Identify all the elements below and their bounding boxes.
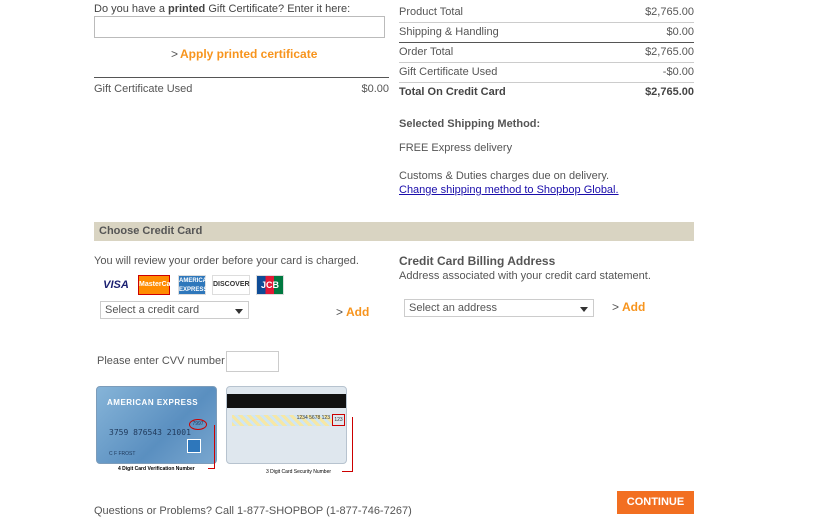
summary-row-gc-used: Gift Certificate Used -$0.00 — [399, 62, 694, 82]
summary-label: Order Total — [399, 46, 454, 58]
visa-logo-icon: VISA — [100, 275, 132, 295]
chevron-down-icon — [580, 307, 588, 312]
gift-certificate-prompt: Do you have a printed Gift Certificate? … — [94, 3, 350, 15]
magnetic-stripe — [227, 394, 346, 408]
credit-card-select[interactable]: Select a credit card — [100, 301, 249, 319]
card-back-caption: 3 Digit Card Security Number — [266, 469, 332, 475]
add-address-link[interactable]: > Add — [612, 300, 645, 314]
summary-value: -$0.00 — [662, 66, 694, 78]
amex-caption: 4 Digit Card Verification Number — [118, 466, 195, 472]
card-back-cvv: 123 — [332, 414, 345, 426]
billing-address-subtitle: Address associated with your credit card… — [399, 270, 651, 282]
amex-logo-icon: AMERICAN EXPRESS — [178, 275, 211, 295]
customs-note: Customs & Duties charges due on delivery… — [399, 170, 610, 182]
summary-value: $2,765.00 — [645, 6, 694, 18]
questions-text: Questions or Problems? Call 1-877-SHOPBO… — [94, 505, 412, 517]
add-credit-card-link[interactable]: > Add — [336, 305, 369, 319]
gc-used-value: $0.00 — [361, 83, 389, 95]
credit-card-section-header: Choose Credit Card — [94, 222, 694, 241]
change-shipping-link[interactable]: Change shipping method to Shopbop Global… — [399, 184, 619, 196]
summary-value: $2,765.00 — [645, 46, 694, 58]
shipping-method-title: Selected Shipping Method: — [399, 118, 541, 130]
annotation-line — [352, 417, 353, 471]
jcb-logo-icon: JCB — [256, 275, 284, 295]
chevron-right-icon: > — [336, 305, 344, 319]
gift-certificate-input[interactable] — [94, 16, 385, 38]
billing-address-select[interactable]: Select an address — [404, 299, 594, 317]
continue-button[interactable]: CONTINUE — [617, 491, 694, 514]
add-label: Add — [622, 300, 646, 314]
mastercard-logo-icon: MasterCard — [138, 275, 178, 295]
review-note: You will review your order before your c… — [94, 255, 359, 267]
add-label: Add — [346, 305, 370, 319]
billing-address-title: Credit Card Billing Address — [399, 254, 556, 268]
amex-card-image: AMERICAN EXPRESS 7997 3759 876543 21001 … — [96, 386, 217, 464]
gc-prompt-prefix: Do you have a — [94, 3, 168, 15]
amex-card-cid: 7997 — [189, 419, 207, 430]
amex-card-brand: AMERICAN EXPRESS — [107, 398, 199, 407]
gc-prompt-suffix: Gift Certificate? Enter it here: — [205, 3, 351, 15]
summary-label: Total On Credit Card — [399, 86, 506, 98]
select-value: Select a credit card — [105, 304, 200, 316]
chevron-down-icon — [235, 309, 243, 314]
annotation-line — [208, 468, 215, 469]
summary-row-shipping: Shipping & Handling $0.00 — [399, 22, 694, 42]
shipping-method-value: FREE Express delivery — [399, 142, 513, 154]
apply-certificate-link[interactable]: > Apply printed certificate — [171, 47, 317, 61]
amex-centurion-icon — [187, 439, 201, 453]
cvv-input[interactable] — [226, 351, 279, 372]
summary-row-total-credit-card: Total On Credit Card $2,765.00 — [399, 82, 694, 102]
chevron-right-icon: > — [612, 300, 620, 314]
amex-card-number: 3759 876543 21001 — [109, 428, 191, 437]
summary-row-product-total: Product Total $2,765.00 — [399, 2, 694, 22]
select-value: Select an address — [409, 302, 498, 314]
summary-label: Gift Certificate Used — [399, 66, 498, 78]
summary-label: Product Total — [399, 6, 464, 18]
summary-label: Shipping & Handling — [399, 26, 499, 38]
chevron-right-icon: > — [171, 47, 179, 61]
apply-certificate-label: Apply printed certificate — [180, 47, 318, 61]
discover-logo-icon: DISCOVER — [212, 275, 250, 295]
amex-card-holder: C F FROST — [109, 451, 136, 457]
summary-value: $2,765.00 — [645, 86, 694, 98]
signature-panel: 1234 5678 123 — [232, 415, 332, 426]
gc-prompt-bold: printed — [168, 3, 206, 15]
annotation-line — [342, 471, 353, 472]
annotation-line — [214, 425, 215, 469]
cvv-label: Please enter CVV number — [97, 355, 225, 367]
card-back-image: 1234 5678 123 123 — [226, 386, 347, 464]
gc-used-label: Gift Certificate Used — [94, 83, 193, 95]
summary-row-order-total: Order Total $2,765.00 — [399, 42, 694, 62]
divider — [94, 77, 389, 78]
summary-value: $0.00 — [666, 26, 694, 38]
section-header-label: Choose Credit Card — [99, 225, 203, 237]
